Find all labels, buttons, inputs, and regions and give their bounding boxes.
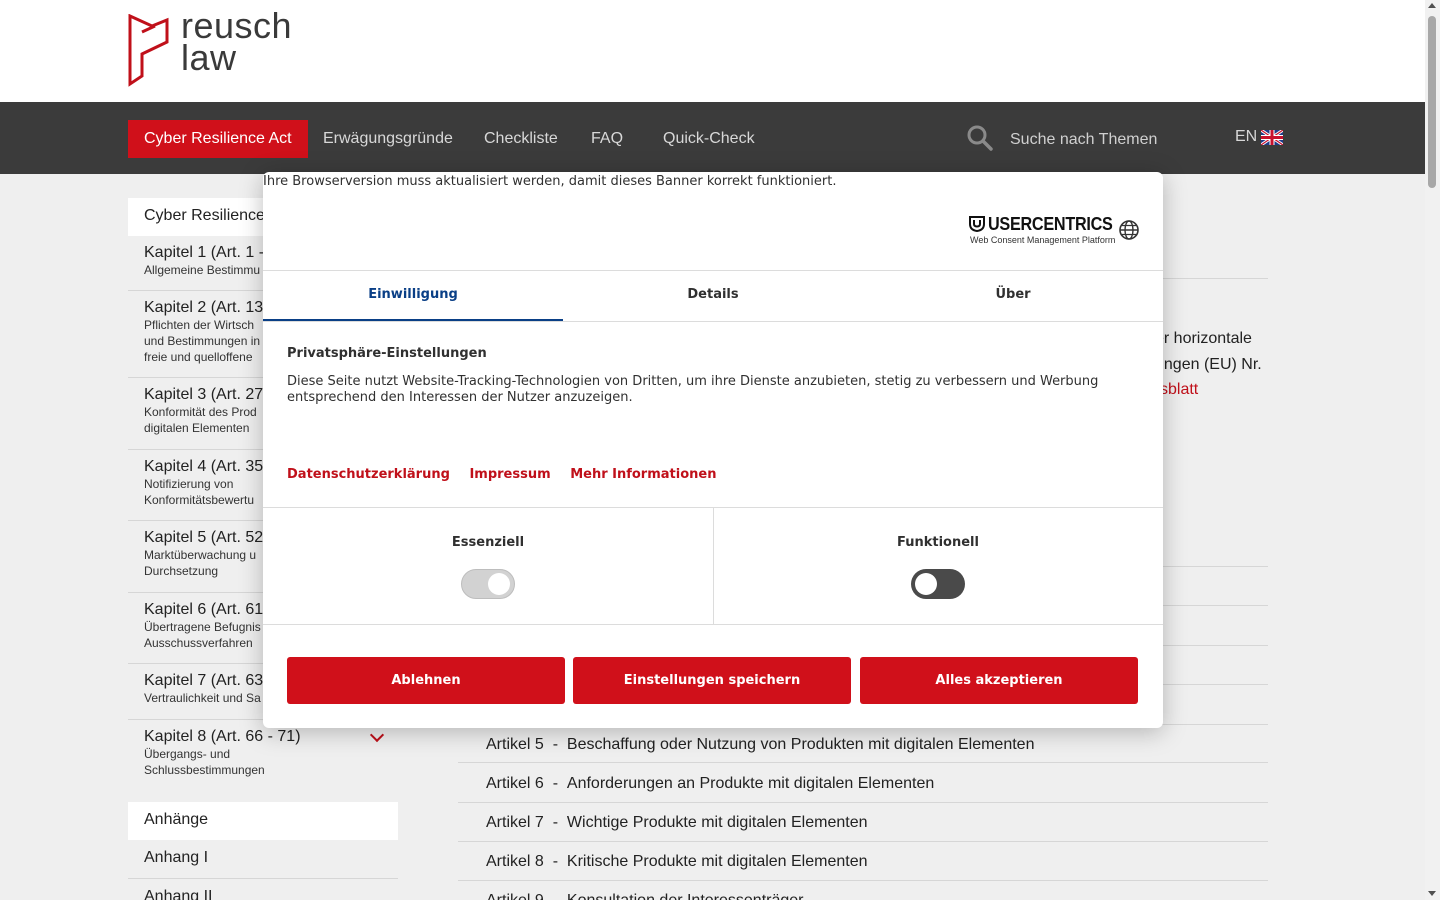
deny-button[interactable]: Ablehnen xyxy=(287,657,565,704)
globe-icon[interactable] xyxy=(1118,219,1140,241)
shield-icon xyxy=(969,216,985,232)
toggle-knob xyxy=(915,573,937,595)
usercentrics-logo: USERCENTRICS Web Consent Management Plat… xyxy=(969,214,1115,248)
toggle-knob xyxy=(488,573,510,595)
divider xyxy=(1163,684,1268,685)
sidebar-chapter-8[interactable]: Kapitel 8 (Art. 66 - 71) Übergangs- und … xyxy=(128,720,398,792)
more-info-link[interactable]: Mehr Informationen xyxy=(570,467,716,482)
nav-faq[interactable]: FAQ xyxy=(591,120,623,158)
intro-link-fragment[interactable]: sblatt xyxy=(1160,381,1198,399)
search-icon[interactable] xyxy=(966,124,994,152)
site-header: reusch law xyxy=(0,0,1425,102)
article-title: Konsultation der Interessenträger xyxy=(567,892,804,900)
divider xyxy=(263,624,1163,625)
article-title: Anforderungen an Produkte mit digitalen … xyxy=(566,775,935,792)
tab-einwilligung[interactable]: Einwilligung xyxy=(263,271,563,321)
privacy-policy-link[interactable]: Datenschutzerklärung xyxy=(287,467,450,482)
nav-cyber-resilience-act[interactable]: Cyber Resilience Act xyxy=(128,120,308,158)
article-number: Artikel 7 xyxy=(486,814,544,831)
scroll-up-arrow-icon[interactable] xyxy=(1428,3,1436,8)
uk-flag-icon xyxy=(1261,129,1284,145)
accept-all-button[interactable]: Alles akzeptieren xyxy=(860,657,1138,704)
article-row[interactable]: Artikel 7 - Wichtige Produkte mit digita… xyxy=(458,803,1268,842)
tab-ueber[interactable]: Über xyxy=(863,271,1163,321)
article-row[interactable]: Artikel 8 - Kritische Produkte mit digit… xyxy=(458,842,1268,881)
browser-version-notice: Ihre Browserversion muss aktualisiert we… xyxy=(263,174,837,189)
privacy-settings-title: Privatsphäre-Einstellungen xyxy=(287,346,487,361)
divider xyxy=(1163,605,1268,606)
chapter-title: Kapitel 8 (Art. 66 - 71) xyxy=(144,728,301,745)
article-number: Artikel 8 xyxy=(486,853,544,870)
logo-mark-icon xyxy=(128,14,169,87)
lang-label: EN xyxy=(1235,128,1258,145)
article-title: Kritische Produkte mit digitalen Element… xyxy=(566,853,868,870)
scroll-thumb[interactable] xyxy=(1428,16,1436,188)
sidebar-annex-2[interactable]: Anhang II xyxy=(128,879,398,900)
page-scrollbar[interactable] xyxy=(1425,0,1440,900)
tab-details[interactable]: Details xyxy=(563,271,863,321)
consent-dialog: Ihre Browserversion muss aktualisiert we… xyxy=(263,172,1163,728)
divider xyxy=(1163,645,1268,646)
usercentrics-wordmark: USERCENTRICS xyxy=(988,214,1113,234)
article-title: Beschaffung oder Nutzung von Produkten m… xyxy=(566,736,1035,753)
usercentrics-tagline: Web Consent Management Platform xyxy=(970,235,1116,245)
category-functional-label: Funktionell xyxy=(897,535,979,550)
main-nav: Cyber Resilience Act Erwägungsgründe Che… xyxy=(0,102,1425,174)
chapter-subtitle: Übergangs- und xyxy=(144,747,231,761)
intro-text-fragment: ungen (EU) Nr. xyxy=(1155,356,1262,373)
article-title: Wichtige Produkte mit digitalen Elemente… xyxy=(566,814,868,831)
imprint-link[interactable]: Impressum xyxy=(469,467,550,482)
reusch-law-logo[interactable]: reusch law xyxy=(127,8,307,88)
category-essential-label: Essenziell xyxy=(451,535,525,550)
article-number: Artikel 6 xyxy=(486,775,544,792)
nav-erwaegungsgruende[interactable]: Erwägungsgründe xyxy=(323,120,453,158)
sidebar-annexes-heading[interactable]: Anhänge xyxy=(128,802,398,840)
article-row[interactable]: Artikel 6 - Anforderungen an Produkte mi… xyxy=(458,764,1268,803)
article-row[interactable]: Artikel 5 - Beschaffung oder Nutzung von… xyxy=(458,724,1268,763)
chapter-subtitle: Schlussbestimmungen xyxy=(144,763,265,777)
article-number: Artikel 5 xyxy=(486,736,544,753)
nav-quick-check[interactable]: Quick-Check xyxy=(663,120,755,158)
save-settings-button[interactable]: Einstellungen speichern xyxy=(573,657,851,704)
nav-checkliste[interactable]: Checkliste xyxy=(484,120,558,158)
divider xyxy=(713,508,714,624)
divider xyxy=(263,321,1163,322)
privacy-description: Diese Seite nutzt Website-Tracking-Techn… xyxy=(287,374,1099,405)
functional-toggle[interactable] xyxy=(911,569,965,599)
sidebar-annex-1[interactable]: Anhang I xyxy=(128,840,398,879)
logo-text-line2: law xyxy=(181,37,237,78)
scroll-down-arrow-icon[interactable] xyxy=(1428,891,1436,896)
article-row[interactable]: Artikel 9 - Konsultation der Interessent… xyxy=(458,881,1268,900)
essential-toggle xyxy=(461,569,515,599)
article-number: Artikel 9 xyxy=(486,892,544,900)
search-input[interactable] xyxy=(1010,128,1210,152)
divider xyxy=(1163,566,1268,567)
language-switch[interactable]: EN xyxy=(1235,128,1284,146)
intro-text-fragment: er horizontale xyxy=(1155,330,1252,347)
consent-links: Datenschutzerklärung Impressum Mehr Info… xyxy=(287,467,731,482)
